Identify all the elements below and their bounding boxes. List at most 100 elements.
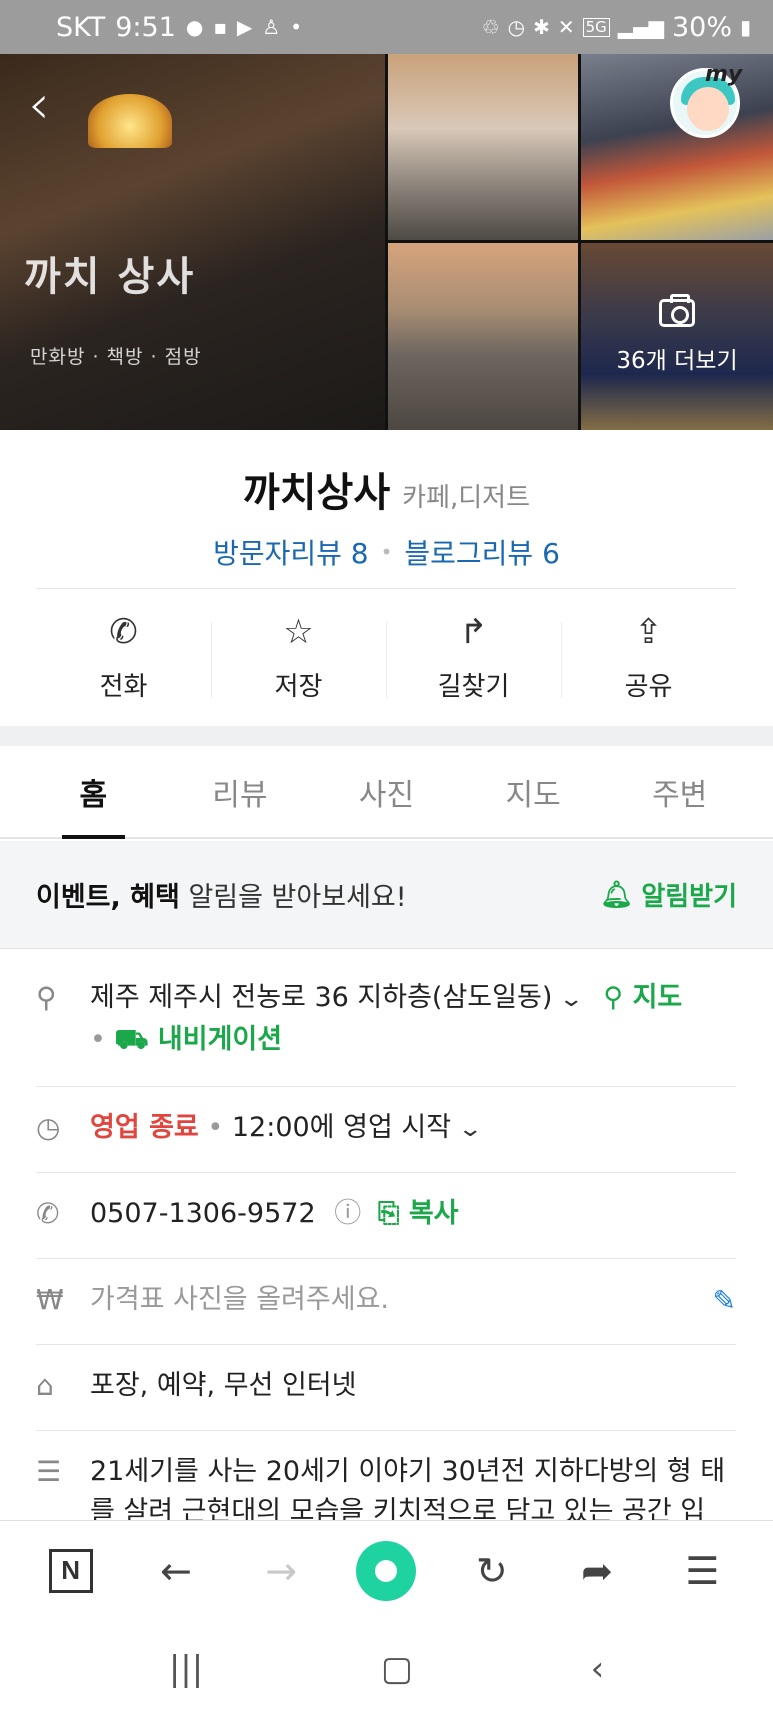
refresh-button[interactable]: ↻ [457, 1536, 527, 1606]
bell-plus-icon: 🔔︎ [600, 879, 634, 910]
recent-apps-icon[interactable]: ||| [169, 1649, 203, 1689]
tab-home[interactable]: 홈 [20, 746, 167, 839]
amenities-text: 포장, 예약, 무선 인터넷 [90, 1370, 357, 1401]
system-back-icon[interactable]: ‹ [591, 1649, 605, 1689]
opening-time[interactable]: 12:00에 영업 시작 [232, 1112, 451, 1143]
address-text[interactable]: 제주 제주시 전농로 36 지하층(삼도일동) [90, 982, 552, 1013]
phone-number[interactable]: 0507-1306-9572 [90, 1198, 316, 1229]
copy-button[interactable]: ⎘ 복사 [378, 1198, 459, 1229]
description-text[interactable]: 21세기를 사는 20세기 이야기 30년전 지하다방의 형 태를 살려 근현대… [90, 1456, 725, 1520]
location-pin-icon: ⚲ [36, 981, 57, 1014]
info-icon[interactable]: ⓘ [334, 1198, 361, 1229]
store-icon: ⌂ [36, 1369, 54, 1402]
share-label: 공유 [624, 671, 673, 702]
separator-dot: • [90, 1024, 115, 1055]
youtube-notification-icon: ▶ [236, 15, 253, 39]
clock: 9:51 [115, 11, 176, 43]
naver-home-button[interactable]: N [36, 1536, 106, 1606]
alarm-icon: ◷ [507, 15, 526, 39]
call-button[interactable]: ✆ 전화 [36, 592, 211, 720]
divider [36, 588, 736, 589]
action-row: ✆ 전화 ☆ 저장 ↱ 길찾기 ⇪ 공유 [36, 592, 736, 720]
back-button[interactable]: ‹ [28, 78, 72, 136]
refresh-icon: ↻ [475, 1548, 508, 1593]
chevron-down-icon[interactable]: ⌄ [559, 980, 585, 1020]
window-sign-text: 까치 상사 [24, 254, 196, 300]
share-arrow-button[interactable]: ➦ [562, 1536, 632, 1606]
app-notification-icon: ♙ [262, 15, 281, 39]
hours-row: ◷ 영업 종료 • 12:00에 영업 시작 ⌄ [36, 1108, 736, 1150]
signal-icon: ▂▄▆ [617, 15, 664, 39]
carrier-label: SKT [56, 11, 106, 43]
map-link[interactable]: ⚲ 지도 [603, 982, 682, 1013]
arrow-left-icon: ← [160, 1548, 192, 1593]
separator-dot: • [207, 1112, 232, 1143]
arrow-right-icon: → [265, 1548, 298, 1593]
amenities-row: ⌂ 포장, 예약, 무선 인터넷 [36, 1366, 736, 1406]
section-gap [0, 726, 773, 746]
tab-reviews[interactable]: 리뷰 [167, 746, 314, 837]
tab-nearby[interactable]: 주변 [606, 746, 753, 837]
naver-n-icon: N [48, 1548, 93, 1593]
call-label: 전화 [99, 671, 148, 702]
navigation-link-label: 내비게이션 [157, 1024, 283, 1055]
bluetooth-icon: ✱ [533, 15, 550, 39]
navigation-link[interactable]: ⛟ 내비게이션 [115, 1024, 283, 1055]
message-notification-icon: ▪ [213, 15, 227, 39]
edit-pencil-icon[interactable]: ✎ [713, 1284, 736, 1317]
green-dot-icon [356, 1540, 417, 1601]
price-prompt[interactable]: 가격표 사진을 올려주세요. [90, 1284, 389, 1315]
avatar-face [687, 87, 729, 131]
place-category: 카페,디저트 [402, 483, 531, 513]
mute-icon: ✕ [557, 15, 575, 39]
photo-gallery: 까치 상사 만화방 · 책방 · 점방 36개 더보기 ‹ my [0, 54, 773, 430]
recycle-icon: ♲ [481, 15, 500, 39]
chevron-down-icon[interactable]: ⌄ [457, 1110, 483, 1150]
back-arrow-button[interactable]: ← [141, 1536, 211, 1606]
place-name: 까치상사 [242, 470, 391, 516]
more-photos-button[interactable]: 36개 더보기 [581, 243, 773, 430]
battery-percent: 30% [671, 11, 732, 43]
share-arrow-icon: ➦ [581, 1548, 613, 1593]
notice-text: 이벤트, 혜택 알림을 받아보세요! [36, 875, 407, 914]
menu-button[interactable]: ☰ [667, 1536, 737, 1606]
phone-row: ✆ 0507-1306-9572 ⓘ ⎘ 복사 [36, 1194, 736, 1234]
blog-reviews-link[interactable]: 블로그리뷰 6 [404, 532, 560, 572]
status-bar: SKT 9:51 ● ▪ ▶ ♙ • ♲ ◷ ✱ ✕ 5G ▂▄▆ 30% ▮ [0, 0, 773, 54]
notification-banner: 이벤트, 혜택 알림을 받아보세요! 🔔︎ 알림받기 [0, 841, 773, 949]
photo-thumb-1[interactable] [388, 54, 578, 240]
forward-arrow-button[interactable]: → [246, 1536, 316, 1606]
document-icon: ☰ [36, 1455, 62, 1488]
phone-icon: ✆ [36, 1197, 60, 1230]
won-icon: ₩ [36, 1283, 64, 1316]
car-icon: ⛟ [114, 1024, 149, 1055]
home-icon[interactable]: ▢ [381, 1649, 413, 1689]
divider [36, 1258, 736, 1259]
share-button[interactable]: ⇪ 공유 [561, 592, 736, 720]
divider [36, 1086, 736, 1087]
hamburger-icon: ☰ [685, 1548, 720, 1593]
divider [36, 1172, 736, 1173]
share-icon: ⇪ [634, 611, 663, 652]
save-button[interactable]: ☆ 저장 [211, 592, 386, 720]
more-photos-label: 36개 더보기 [616, 347, 738, 374]
divider [36, 1344, 736, 1345]
talk-notification-icon: ● [185, 15, 204, 39]
star-icon: ☆ [283, 611, 314, 652]
notice-rest: 알림을 받아보세요! [179, 882, 407, 913]
lamp-decoration [88, 94, 172, 148]
subscribe-alerts-button[interactable]: 🔔︎ 알림받기 [600, 876, 737, 913]
browser-toolbar: N ← → ↻ ➦ ☰ [0, 1520, 773, 1620]
green-dot-button[interactable] [351, 1536, 421, 1606]
copy-icon: ⎘ [377, 1198, 400, 1229]
window-sign-subtext: 만화방 · 책방 · 점방 [30, 346, 202, 368]
visitor-reviews-link[interactable]: 방문자리뷰 8 [213, 532, 369, 572]
photo-thumb-3[interactable] [388, 243, 578, 430]
directions-button[interactable]: ↱ 길찾기 [386, 592, 561, 720]
directions-label: 길찾기 [437, 671, 510, 702]
tab-map[interactable]: 지도 [460, 746, 607, 837]
more-notifications-icon: • [290, 15, 303, 39]
tab-photos[interactable]: 사진 [313, 746, 460, 837]
business-status: 영업 종료 [90, 1112, 199, 1143]
network-type-icon: 5G [582, 17, 610, 37]
